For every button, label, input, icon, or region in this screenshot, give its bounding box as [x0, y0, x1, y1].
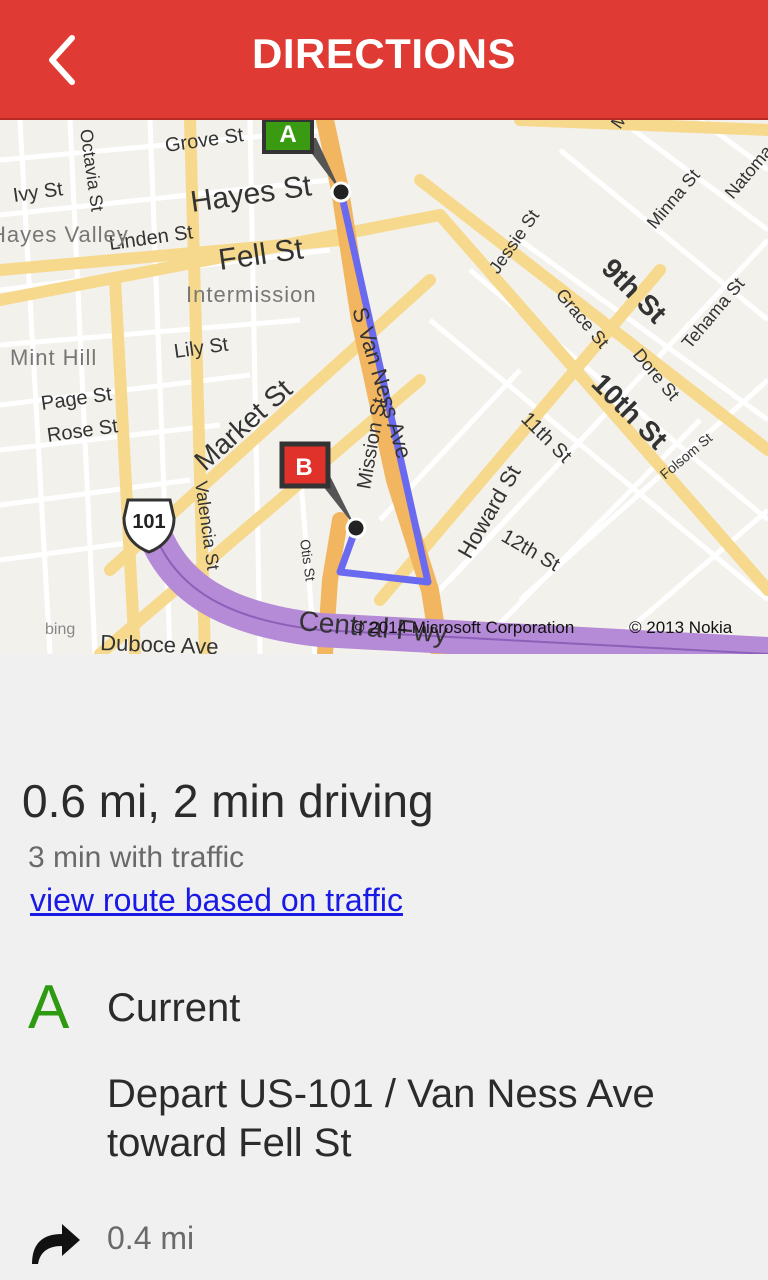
attribution-microsoft: © 2014 Microsoft Corporation [352, 618, 574, 637]
turn-right-icon [32, 1224, 80, 1264]
step-start-letter: A [28, 973, 70, 1042]
route-summary: 0.6 mi, 2 min driving [22, 775, 434, 827]
route-map[interactable]: A B 101 Grove St Hayes St Fell St Ivy St… [0, 120, 768, 654]
area-hayes-valley: Hayes Valley [0, 222, 129, 247]
bing-logo: bing [45, 621, 75, 638]
page-title: DIRECTIONS [251, 30, 516, 77]
step-distance: 0.4 mi [107, 1220, 195, 1256]
traffic-time: 3 min with traffic [28, 841, 245, 874]
us101-shield: 101 [132, 511, 165, 533]
map-canvas[interactable]: A B 101 Grove St Hayes St Fell St Ivy St… [0, 120, 768, 654]
area-intermission: Intermission [186, 282, 317, 307]
label-duboce: Duboce Ave [100, 630, 219, 654]
traffic-route-link[interactable]: view route based on traffic [30, 882, 403, 919]
app-header: DIRECTIONS [0, 0, 768, 120]
end-marker[interactable]: B [295, 454, 312, 481]
attribution-nokia: © 2013 Nokia [629, 618, 733, 637]
start-marker[interactable]: A [279, 121, 296, 148]
step-start-description: Depart US-101 / Van Ness Ave toward Fell… [107, 1072, 655, 1165]
step-start-title: Current [107, 986, 241, 1030]
area-mint-hill: Mint Hill [10, 345, 97, 370]
